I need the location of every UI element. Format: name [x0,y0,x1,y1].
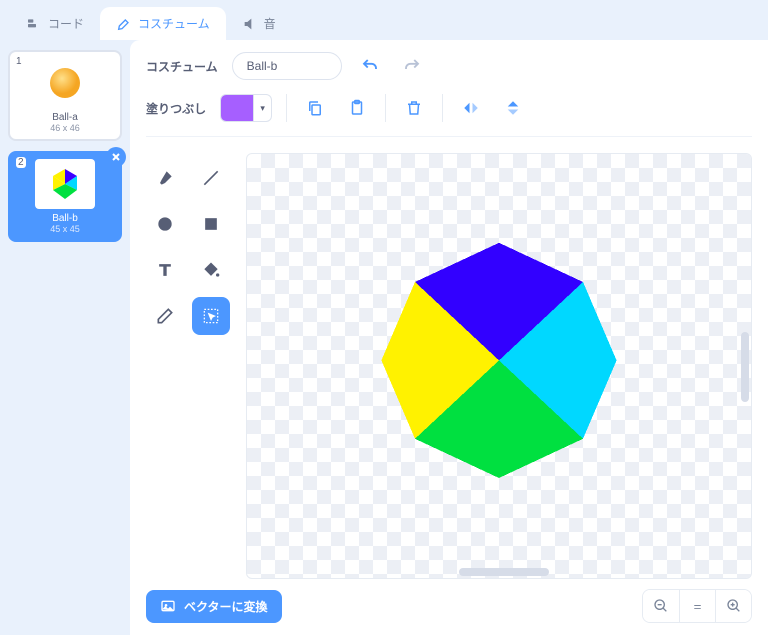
paste-button[interactable] [343,94,371,122]
tool-brush[interactable] [146,159,184,197]
canvas[interactable] [246,153,752,579]
zoom-in-icon [726,598,742,614]
costume-artwork [359,220,639,500]
flip-horizontal-button[interactable] [457,94,485,122]
image-icon [160,598,176,614]
tool-fill[interactable] [192,251,230,289]
trash-icon [405,99,423,117]
delete-button[interactable] [400,94,428,122]
tool-rectangle[interactable] [192,205,230,243]
code-icon [26,16,42,32]
circle-icon [155,214,175,234]
brush-icon [155,168,175,188]
fill-color-picker[interactable]: ▾ [220,94,272,122]
workspace [146,153,752,579]
header-row: コスチューム [146,52,752,80]
tool-line[interactable] [192,159,230,197]
costume-name-label: コスチューム [146,58,218,75]
flip-vertical-icon [504,98,522,118]
tab-sounds[interactable]: 音 [226,7,292,40]
paste-icon [348,99,366,117]
fill-color-swatch [221,95,253,121]
chevron-down-icon: ▾ [253,95,271,121]
tab-sounds-label: 音 [264,15,276,32]
costume-thumbnail [35,159,95,209]
copy-icon [306,99,324,117]
vertical-scrollbar[interactable] [741,332,749,402]
fill-bucket-icon [201,260,221,280]
redo-button[interactable] [398,52,426,80]
copy-button[interactable] [301,94,329,122]
horizontal-scrollbar[interactable] [459,568,549,576]
costume-number: 1 [16,56,22,67]
costume-dimensions: 45 x 45 [50,224,80,234]
costume-name-input[interactable] [232,52,342,80]
toolbar-row: 塗りつぶし ▾ [146,94,752,137]
sound-icon [242,16,258,32]
costume-dimensions: 46 x 46 [50,123,80,133]
tab-costumes-label: コスチューム [138,15,210,32]
divider [442,94,443,122]
tab-costumes[interactable]: コスチューム [100,7,226,40]
divider [385,94,386,122]
flip-horizontal-icon [461,99,481,117]
redo-icon [403,57,421,75]
main-area: 1 Ball-a 46 x 46 2 Ball-b 45 x 45 コスチューム [0,40,768,635]
convert-to-vector-button[interactable]: ベクターに変換 [146,590,282,623]
costume-thumbnail [35,58,95,108]
square-icon [201,214,221,234]
bottom-bar: ベクターに変換 = [146,589,752,623]
flip-vertical-button[interactable] [499,94,527,122]
costume-name: Ball-a [52,112,78,123]
costume-number: 2 [16,157,26,168]
undo-icon [361,57,379,75]
tab-code[interactable]: コード [10,7,100,40]
zoom-controls: = [642,589,752,623]
text-icon [155,260,175,280]
zoom-out-icon [653,598,669,614]
divider [286,94,287,122]
zoom-reset-button[interactable]: = [679,590,715,622]
close-icon [111,152,121,162]
tool-palette [146,153,236,579]
undo-button[interactable] [356,52,384,80]
tab-code-label: コード [48,15,84,32]
costume-item-ball-b[interactable]: 2 Ball-b 45 x 45 [8,151,122,242]
line-icon [201,168,221,188]
tool-select[interactable] [192,297,230,335]
paint-editor: コスチューム 塗りつぶし ▾ [130,40,768,635]
paintbrush-icon [116,16,132,32]
costume-name: Ball-b [52,213,78,224]
fill-label: 塗りつぶし [146,100,206,117]
tool-circle[interactable] [146,205,184,243]
costume-list: 1 Ball-a 46 x 46 2 Ball-b 45 x 45 [0,40,130,635]
convert-button-label: ベクターに変換 [184,598,268,615]
delete-costume-button[interactable] [106,147,126,167]
tool-eraser[interactable] [146,297,184,335]
editor-tabs: コード コスチューム 音 [0,0,768,40]
costume-item-ball-a[interactable]: 1 Ball-a 46 x 46 [8,50,122,141]
select-icon [201,306,221,326]
eraser-icon [155,306,175,326]
tool-text[interactable] [146,251,184,289]
zoom-in-button[interactable] [715,590,751,622]
zoom-out-button[interactable] [643,590,679,622]
